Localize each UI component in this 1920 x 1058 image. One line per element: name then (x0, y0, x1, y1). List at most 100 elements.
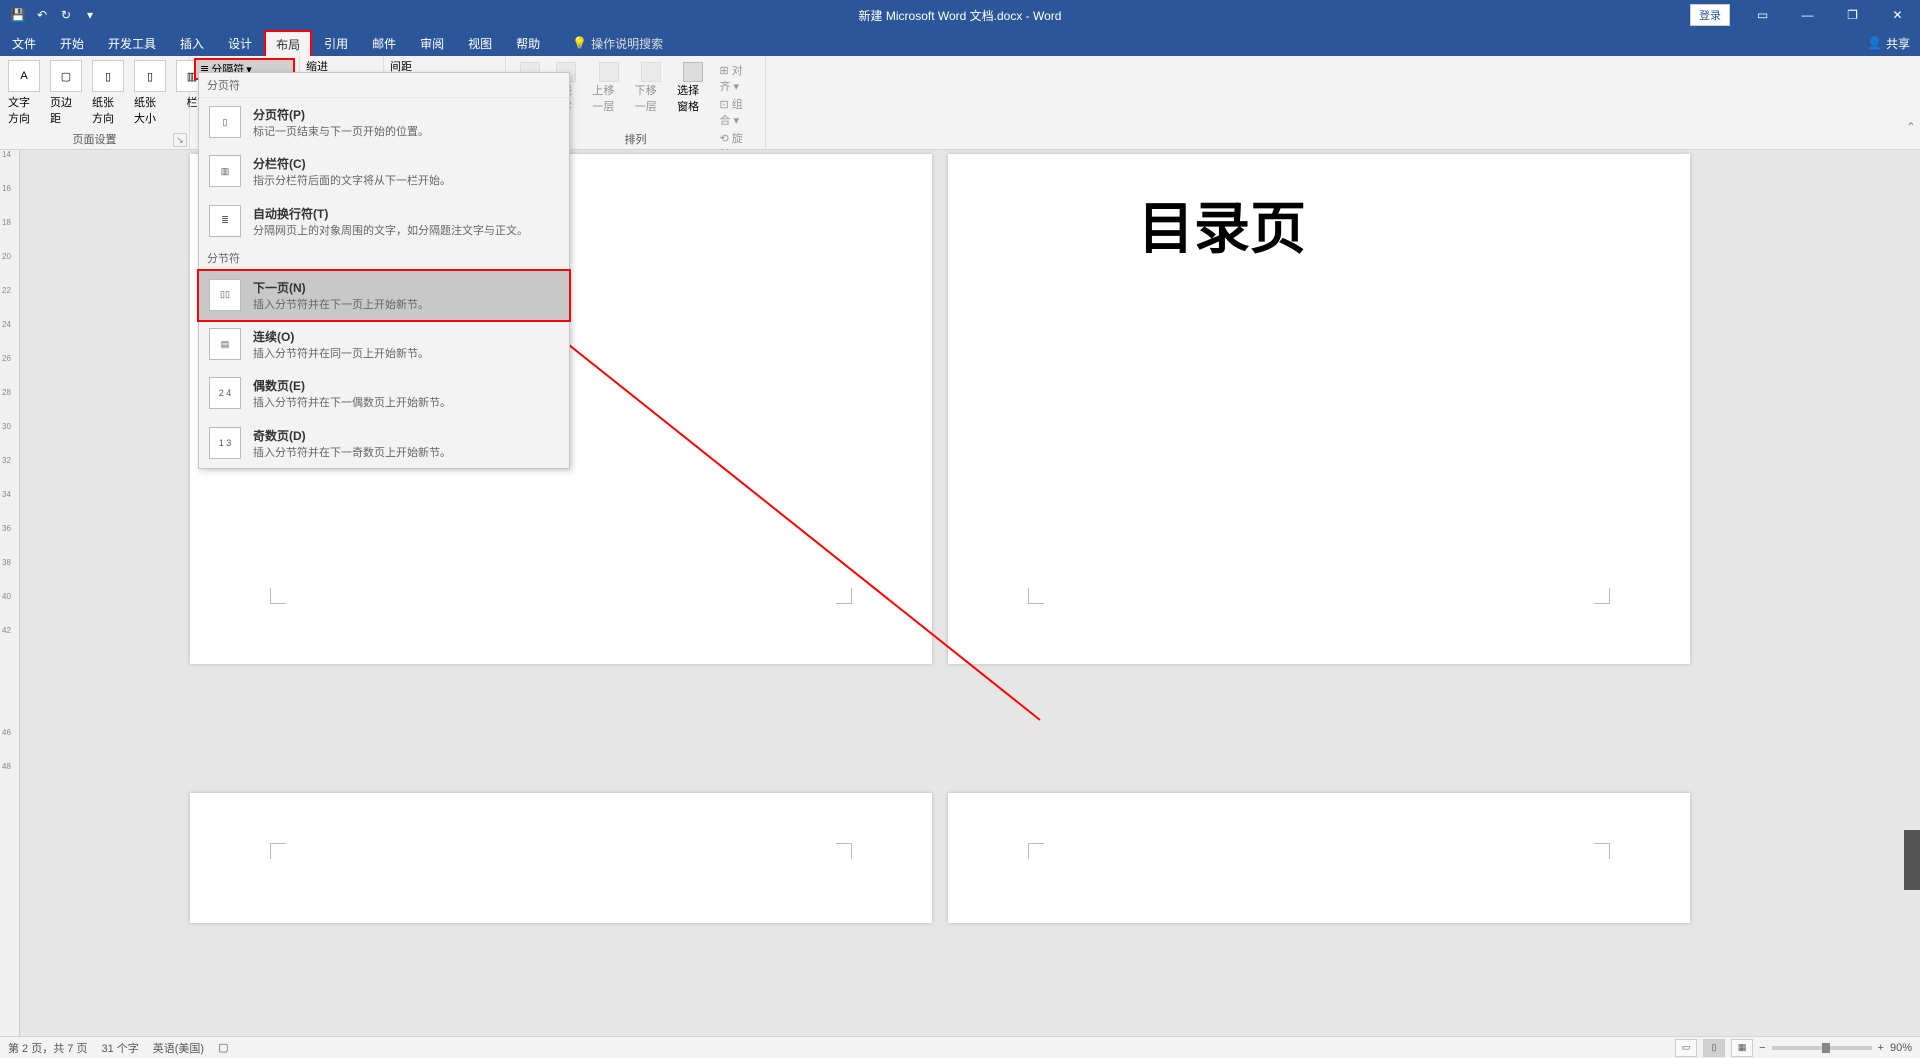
tell-me-search[interactable]: 💡 操作说明搜索 (572, 35, 663, 52)
share-button[interactable]: 👤 共享 (1867, 35, 1910, 52)
toc-page-text: 目录页 (1138, 184, 1306, 265)
orientation-label: 纸张方向 (92, 94, 124, 126)
zoom-thumb[interactable] (1822, 1043, 1830, 1053)
item-title: 连续(O) (253, 328, 559, 345)
orientation-icon: ▯ (92, 60, 124, 92)
read-mode-view-icon[interactable]: ▭ (1675, 1039, 1697, 1057)
page-2[interactable]: 目录页 (948, 154, 1690, 664)
group-page-setup: A 文字方向 ▢ 页边距 ▯ 纸张方向 ▯ 纸张大小 ▥ 栏 页面设置 ↘ (0, 56, 190, 149)
item-desc: 插入分节符并在下一页上开始新节。 (253, 298, 559, 312)
selection-pane-button[interactable]: 选择窗格 (673, 60, 713, 164)
save-icon[interactable]: 💾 (10, 7, 26, 23)
text-wrapping-break-item[interactable]: ≣ 自动换行符(T) 分隔网页上的对象周围的文字，如分隔题注文字与正文。 (199, 197, 569, 246)
page-breaks-header: 分页符 (199, 73, 569, 98)
window-title: 新建 Microsoft Word 文档.docx - Word (859, 7, 1062, 24)
selection-pane-label: 选择窗格 (677, 82, 709, 114)
item-title: 偶数页(E) (253, 377, 559, 394)
item-desc: 标记一页结束与下一页开始的位置。 (253, 125, 559, 139)
text-wrap-break-icon: ≣ (209, 205, 241, 237)
zoom-in-icon[interactable]: + (1878, 1042, 1884, 1054)
column-break-item[interactable]: ▥ 分栏符(C) 指示分栏符后面的文字将从下一栏开始。 (199, 147, 569, 196)
tab-view[interactable]: 视图 (456, 30, 504, 56)
web-layout-view-icon[interactable]: ▦ (1731, 1039, 1753, 1057)
item-title: 分页符(P) (253, 106, 559, 123)
text-direction-label: 文字方向 (8, 94, 40, 126)
zoom-slider[interactable] (1772, 1046, 1872, 1050)
vertical-ruler[interactable]: 1416182022242628303234363840424648 (0, 150, 20, 1036)
maximize-icon[interactable]: ❐ (1830, 0, 1875, 30)
share-icon: 👤 (1867, 36, 1882, 50)
item-desc: 插入分节符并在同一页上开始新节。 (253, 347, 559, 361)
qat-customize-icon[interactable]: ▾ (82, 7, 98, 23)
send-backward-button: 下移一层 (631, 60, 671, 164)
item-title: 下一页(N) (253, 279, 559, 296)
tab-references[interactable]: 引用 (312, 30, 360, 56)
page-margin-marker (1028, 588, 1044, 604)
tab-developer[interactable]: 开发工具 (96, 30, 168, 56)
margins-button[interactable]: ▢ 页边距 (46, 58, 86, 130)
minimize-icon[interactable]: — (1785, 0, 1830, 30)
undo-icon[interactable]: ↶ (34, 7, 50, 23)
zoom-out-icon[interactable]: − (1759, 1042, 1765, 1054)
text-direction-button[interactable]: A 文字方向 (4, 58, 44, 130)
group-label: 组合 (720, 99, 743, 127)
tab-insert[interactable]: 插入 (168, 30, 216, 56)
text-direction-icon: A (8, 60, 40, 92)
item-title: 分栏符(C) (253, 155, 559, 172)
ribbon-display-icon[interactable]: ▭ (1740, 0, 1785, 30)
next-page-section-break-item[interactable]: ▯▯ 下一页(N)插入分节符并在下一页上开始新节。 (197, 269, 571, 322)
selection-pane-icon (683, 62, 703, 82)
item-desc: 指示分栏符后面的文字将从下一栏开始。 (253, 174, 559, 188)
orientation-button[interactable]: ▯ 纸张方向 (88, 58, 128, 130)
odd-page-section-break-item[interactable]: 1 3 奇数页(D)插入分节符并在下一奇数页上开始新节。 (199, 419, 569, 468)
forward-label: 上移一层 (592, 82, 624, 114)
page-3[interactable] (190, 793, 932, 923)
item-desc: 插入分节符并在下一偶数页上开始新节。 (253, 396, 559, 410)
redo-icon[interactable]: ↻ (58, 7, 74, 23)
macro-record-icon[interactable]: ▢ (218, 1041, 228, 1054)
tab-help[interactable]: 帮助 (504, 30, 552, 56)
print-layout-view-icon[interactable]: ▯ (1703, 1039, 1725, 1057)
item-title: 奇数页(D) (253, 427, 559, 444)
bring-forward-button: 上移一层 (588, 60, 628, 164)
login-button[interactable]: 登录 (1690, 4, 1730, 26)
column-break-icon: ▥ (209, 155, 241, 187)
page-setup-dialog-launcher[interactable]: ↘ (173, 133, 187, 147)
page-setup-group-label: 页面设置 (0, 131, 189, 147)
page-break-item[interactable]: ▯ 分页符(P) 标记一页结束与下一页开始的位置。 (199, 98, 569, 147)
margins-icon: ▢ (50, 60, 82, 92)
align-button: ⊞ 对齐 ▾ (720, 62, 752, 94)
item-title: 自动换行符(T) (253, 205, 559, 222)
tell-me-label: 操作说明搜索 (591, 35, 663, 52)
tab-home[interactable]: 开始 (48, 30, 96, 56)
align-label: 对齐 (720, 65, 743, 93)
page-margin-marker (836, 843, 852, 859)
title-bar: 💾 ↶ ↻ ▾ 新建 Microsoft Word 文档.docx - Word… (0, 0, 1920, 30)
continuous-section-break-item[interactable]: ▤ 连续(O)插入分节符并在同一页上开始新节。 (199, 320, 569, 369)
tab-review[interactable]: 审阅 (408, 30, 456, 56)
page-break-icon: ▯ (209, 106, 241, 138)
tab-layout[interactable]: 布局 (264, 30, 312, 56)
item-desc: 分隔网页上的对象周围的文字，如分隔题注文字与正文。 (253, 224, 559, 238)
lightbulb-icon: 💡 (572, 36, 587, 50)
close-icon[interactable]: ✕ (1875, 0, 1920, 30)
forward-icon (599, 62, 619, 82)
item-desc: 插入分节符并在下一奇数页上开始新节。 (253, 446, 559, 460)
quick-access-toolbar: 💾 ↶ ↻ ▾ (0, 7, 98, 23)
page-4[interactable] (948, 793, 1690, 923)
even-page-section-break-item[interactable]: 2 4 偶数页(E)插入分节符并在下一偶数页上开始新节。 (199, 369, 569, 418)
group-button: ⊡ 组合 ▾ (720, 96, 752, 128)
scrollbar-thumb[interactable] (1904, 830, 1920, 890)
backward-icon (641, 62, 661, 82)
size-button[interactable]: ▯ 纸张大小 (130, 58, 170, 130)
page-count[interactable]: 第 2 页，共 7 页 (8, 1040, 87, 1056)
tab-mailings[interactable]: 邮件 (360, 30, 408, 56)
tab-design[interactable]: 设计 (216, 30, 264, 56)
zoom-level[interactable]: 90% (1890, 1042, 1912, 1054)
section-breaks-header: 分节符 (199, 246, 569, 271)
word-count[interactable]: 31 个字 (101, 1040, 138, 1056)
backward-label: 下移一层 (635, 82, 667, 114)
tab-file[interactable]: 文件 (0, 30, 48, 56)
language-status[interactable]: 英语(美国) (153, 1040, 204, 1056)
collapse-ribbon-icon[interactable]: ⌃ (1906, 120, 1916, 134)
